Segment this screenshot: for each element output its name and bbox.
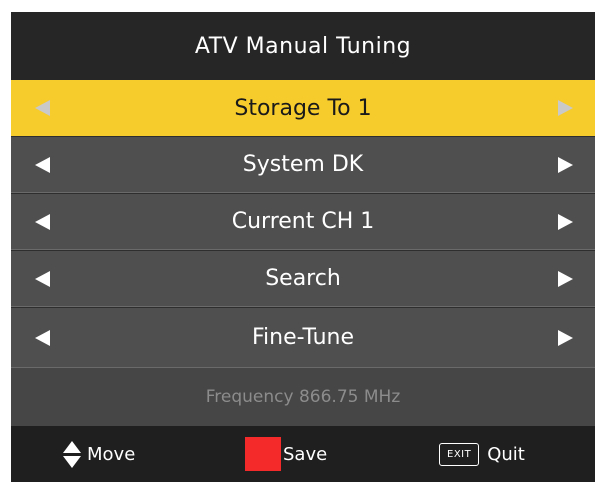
triangle-right-icon[interactable] xyxy=(558,156,573,173)
triangle-left-icon[interactable] xyxy=(35,100,50,116)
quit-label: Quit xyxy=(487,443,525,465)
triangle-right-icon[interactable] xyxy=(558,100,573,116)
menu-item-storage[interactable]: Storage To 1 xyxy=(11,80,595,136)
menu-title: ATV Manual Tuning xyxy=(11,12,595,80)
menu-item-label: System DK xyxy=(242,152,364,177)
menu-item-label: Current CH 1 xyxy=(231,209,375,234)
save-hint: Save xyxy=(245,426,327,482)
frequency-readout: Frequency 866.75 MHz xyxy=(11,368,595,426)
triangle-right-icon[interactable] xyxy=(558,213,573,230)
key-help-bar: Move Save EXIT Quit xyxy=(11,426,595,482)
triangle-right-icon[interactable] xyxy=(558,329,573,346)
menu-title-text: ATV Manual Tuning xyxy=(194,33,412,59)
red-key-icon xyxy=(245,437,281,471)
quit-hint: EXIT Quit xyxy=(439,426,525,482)
exit-key-icon: EXIT xyxy=(439,442,480,466)
menu-item-search[interactable]: Search xyxy=(11,251,595,307)
menu-item-label: Search xyxy=(265,266,341,291)
menu-item-fine-tune[interactable]: Fine-Tune xyxy=(11,308,595,368)
triangle-left-icon[interactable] xyxy=(35,329,50,346)
triangle-left-icon[interactable] xyxy=(35,156,50,173)
menu-item-label: Storage To 1 xyxy=(234,95,372,121)
menu-item-label: Fine-Tune xyxy=(251,325,355,350)
triangle-left-icon[interactable] xyxy=(35,270,50,287)
triangle-left-icon[interactable] xyxy=(35,213,50,230)
menu-item-system[interactable]: System DK xyxy=(11,137,595,193)
save-label: Save xyxy=(283,443,328,465)
atv-manual-tuning-menu: ATV Manual Tuning Storage To 1 System DK… xyxy=(11,12,595,482)
triangle-right-icon[interactable] xyxy=(558,270,573,287)
up-down-arrows-icon xyxy=(63,440,81,468)
menu-item-current-ch[interactable]: Current CH 1 xyxy=(11,194,595,250)
move-label: Move xyxy=(87,443,136,465)
move-hint: Move xyxy=(63,426,135,482)
frequency-text: Frequency 866.75 MHz xyxy=(205,387,401,407)
